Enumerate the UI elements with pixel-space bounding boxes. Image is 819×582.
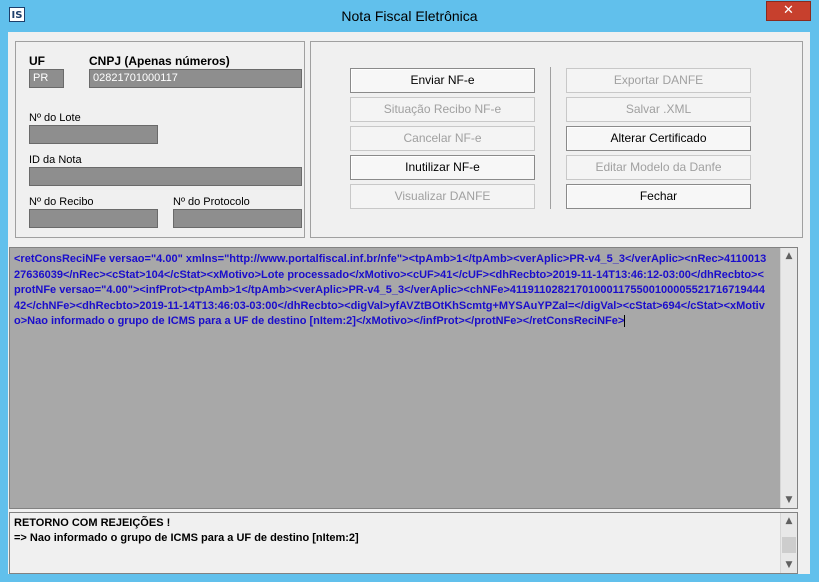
situacao-recibo-button[interactable]: Situação Recibo NF-e — [350, 97, 535, 122]
retorno-scroll-up-icon[interactable]: ▲ — [781, 513, 797, 529]
visualizar-danfe-button[interactable]: Visualizar DANFE — [350, 184, 535, 209]
actions-group: Enviar NF-e Situação Recibo NF-e Cancela… — [310, 41, 803, 238]
retorno-textarea[interactable]: RETORNO COM REJEIÇÕES ! => Nao informado… — [9, 512, 798, 574]
client-area: UF CNPJ (Apenas números) PR 028217010001… — [8, 32, 810, 574]
retorno-scrollbar[interactable]: ▲ ▼ — [780, 513, 797, 573]
button-divider — [550, 67, 551, 209]
window-title: Nota Fiscal Eletrônica — [341, 8, 478, 24]
retorno-scroll-down-icon[interactable]: ▼ — [781, 557, 797, 573]
editar-modelo-danfe-button[interactable]: Editar Modelo da Danfe — [566, 155, 751, 180]
scroll-up-icon[interactable]: ▲ — [781, 248, 797, 264]
enviar-nfe-button[interactable]: Enviar NF-e — [350, 68, 535, 93]
protocolo-label: Nº do Protocolo — [173, 196, 250, 208]
title-bar[interactable]: IS Nota Fiscal Eletrônica ✕ — [0, 0, 819, 32]
scroll-down-icon[interactable]: ▼ — [781, 492, 797, 508]
cancelar-nfe-button[interactable]: Cancelar NF-e — [350, 126, 535, 151]
inutilizar-nfe-button[interactable]: Inutilizar NF-e — [350, 155, 535, 180]
id-nota-field[interactable] — [29, 167, 302, 186]
exportar-danfe-button[interactable]: Exportar DANFE — [566, 68, 751, 93]
recibo-field[interactable] — [29, 209, 158, 228]
xml-response-text: <retConsReciNFe versao="4.00" xmlns="htt… — [14, 253, 767, 328]
salvar-xml-button[interactable]: Salvar .XML — [566, 97, 751, 122]
lote-field[interactable] — [29, 125, 158, 144]
cnpj-label: CNPJ (Apenas números) — [89, 54, 230, 68]
alterar-certificado-button[interactable]: Alterar Certificado — [566, 126, 751, 151]
cnpj-field[interactable]: 02821701000117 — [89, 69, 302, 88]
lote-label: Nº do Lote — [29, 112, 81, 124]
nfe-fields-group: UF CNPJ (Apenas números) PR 028217010001… — [15, 41, 305, 238]
protocolo-field[interactable] — [173, 209, 302, 228]
retorno-scroll-thumb[interactable] — [782, 537, 796, 553]
text-caret — [624, 315, 626, 328]
id-nota-label: ID da Nota — [29, 154, 82, 166]
uf-field[interactable]: PR — [29, 69, 64, 88]
recibo-label: Nº do Recibo — [29, 196, 94, 208]
fechar-button[interactable]: Fechar — [566, 184, 751, 209]
close-button[interactable]: ✕ — [766, 1, 811, 21]
xml-response-textarea[interactable]: <retConsReciNFe versao="4.00" xmlns="htt… — [9, 247, 798, 509]
uf-label: UF — [29, 54, 45, 68]
xml-scrollbar[interactable]: ▲ ▼ — [780, 248, 797, 508]
retorno-text: RETORNO COM REJEIÇÕES ! => Nao informado… — [14, 517, 359, 544]
app-window: IS Nota Fiscal Eletrônica ✕ UF CNPJ (Ape… — [0, 0, 819, 582]
